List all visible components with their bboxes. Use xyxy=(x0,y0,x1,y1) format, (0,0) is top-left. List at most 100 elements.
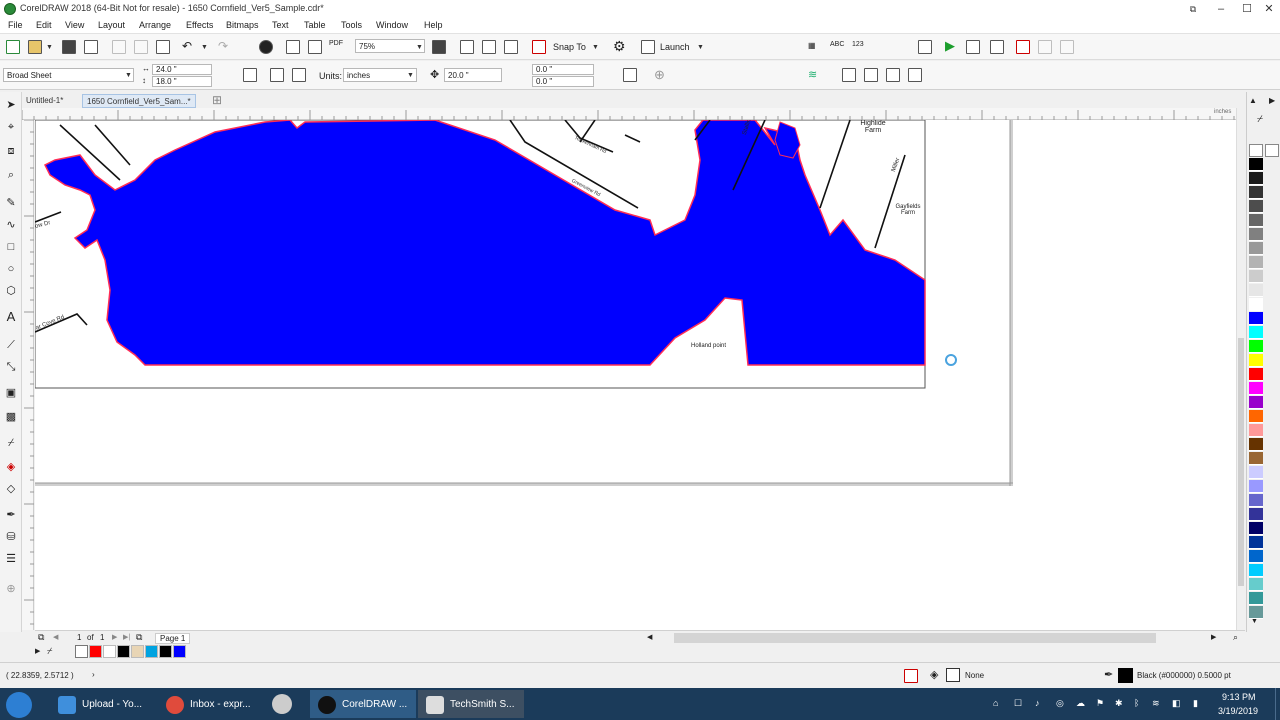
cut-icon[interactable] xyxy=(112,40,126,54)
palette-swatch[interactable] xyxy=(1249,494,1263,507)
start-button-icon[interactable] xyxy=(6,692,32,718)
menu-effects[interactable]: Effects xyxy=(186,20,213,30)
palette-swatch[interactable] xyxy=(1249,508,1263,521)
tray-icon[interactable]: ⌂ xyxy=(993,698,998,708)
map-label-gayfields-farm[interactable]: Gayfields Farm xyxy=(892,204,924,216)
menu-file[interactable]: File xyxy=(8,20,23,30)
connector-tool-icon[interactable]: ⤡ xyxy=(4,360,18,374)
palette-swatch[interactable] xyxy=(1249,578,1263,591)
shape-tool-icon[interactable]: ⌖ xyxy=(4,120,18,134)
publish-pdf-icon[interactable]: PDF xyxy=(329,40,343,47)
drop-shadow-icon[interactable]: ▣ xyxy=(4,386,18,400)
open-document-icon[interactable] xyxy=(28,40,42,54)
vertical-scroll-thumb[interactable] xyxy=(1238,338,1244,586)
add-page-icon[interactable]: ⊕ xyxy=(654,67,665,83)
doc-palette-swatch[interactable] xyxy=(145,645,158,658)
align-icon[interactable]: ▦ xyxy=(808,41,816,50)
vertical-ruler[interactable] xyxy=(22,120,34,630)
spell-check-icon[interactable]: ABC xyxy=(830,41,844,48)
palette-swatch[interactable] xyxy=(1249,158,1263,171)
menu-table[interactable]: Table xyxy=(304,20,326,30)
text-tool-icon[interactable]: A xyxy=(4,310,18,324)
menu-view[interactable]: View xyxy=(65,20,84,30)
no-outline-swatch[interactable] xyxy=(1265,144,1279,157)
battery-icon[interactable]: ▮ xyxy=(1193,698,1198,709)
freehand-tool-icon[interactable]: ✎ xyxy=(4,196,18,210)
nudge-distance-field[interactable]: 20.0 " xyxy=(444,68,502,82)
snap-to-icon[interactable] xyxy=(532,40,546,54)
previous-page-icon[interactable]: ◀ xyxy=(53,633,58,641)
palette-swatch[interactable] xyxy=(1249,228,1263,241)
paste-icon[interactable] xyxy=(156,40,170,54)
menu-layout[interactable]: Layout xyxy=(98,20,125,30)
page-size-dropdown-icon[interactable]: ▼ xyxy=(125,72,132,79)
drawing-canvas[interactable]: Highlide Farm Gayfields Farm Holland poi… xyxy=(35,120,1236,630)
bleed-icon[interactable] xyxy=(842,68,856,82)
taskbar-item-inbox[interactable]: Inbox - expr... xyxy=(158,690,264,718)
palette-swatch[interactable] xyxy=(1249,186,1263,199)
palette-swatch[interactable] xyxy=(1249,284,1263,297)
ellipse-tool-icon[interactable]: ○ xyxy=(4,262,18,276)
palette-swatch[interactable] xyxy=(1249,368,1263,381)
palette-swatch[interactable] xyxy=(1249,424,1263,437)
palette-swatch[interactable] xyxy=(1249,340,1263,353)
options-gear-icon[interactable]: ⚙ xyxy=(613,38,626,55)
align-objects-icon[interactable]: ☰ xyxy=(4,552,18,566)
search-content-icon[interactable] xyxy=(259,40,273,54)
tab-1650-cornfield[interactable]: 1650 Cornfield_Ver5_Sam...* xyxy=(82,94,196,108)
tray-icon[interactable]: ✱ xyxy=(1115,698,1123,709)
palette-swatch[interactable] xyxy=(1249,214,1263,227)
transparency-tool-icon[interactable]: ▩ xyxy=(4,410,18,424)
add-page-nav-icon[interactable]: ⧉ xyxy=(136,632,142,643)
menu-text[interactable]: Text xyxy=(272,20,289,30)
zoom-dropdown-icon[interactable]: ▼ xyxy=(416,44,423,51)
show-desktop-button[interactable] xyxy=(1275,688,1280,720)
zoom-one-shot-icon[interactable]: ⌕ xyxy=(1233,632,1238,643)
menu-tools[interactable]: Tools xyxy=(341,20,362,30)
taskbar-app-icon[interactable] xyxy=(272,694,292,714)
menu-arrange[interactable]: Arrange xyxy=(139,20,171,30)
artistic-media-icon[interactable]: ∿ xyxy=(4,218,18,232)
tray-icon[interactable]: ⚑ xyxy=(1096,698,1104,709)
stop-macro-icon[interactable] xyxy=(1060,40,1074,54)
outline-pen-status-icon[interactable]: ✒ xyxy=(1104,668,1113,681)
restore-tab-icon[interactable]: ⧉ xyxy=(1180,0,1206,18)
import-icon[interactable] xyxy=(286,40,300,54)
palette-swatch[interactable] xyxy=(1249,382,1263,395)
bluetooth-icon[interactable]: ᛒ xyxy=(1134,698,1139,708)
tray-icon[interactable]: ◎ xyxy=(1056,698,1064,709)
page-height-field[interactable]: 18.0 " xyxy=(152,76,212,87)
show-guidelines-icon[interactable] xyxy=(504,40,518,54)
eyedropper-tool-icon[interactable]: ⌿ xyxy=(4,436,18,450)
tray-icon[interactable]: ☁ xyxy=(1076,698,1085,709)
color-proof-icon[interactable] xyxy=(904,669,918,683)
zoom-level-field[interactable]: 75% xyxy=(355,39,425,53)
page-width-field[interactable]: 24.0 " xyxy=(152,64,212,75)
outline-pen-icon[interactable]: ✒ xyxy=(4,508,18,522)
vertical-scrollbar[interactable] xyxy=(1236,108,1245,630)
palette-expand-icon[interactable]: ▶ xyxy=(1269,96,1275,105)
menu-edit[interactable]: Edit xyxy=(36,20,52,30)
print-icon[interactable] xyxy=(84,40,98,54)
scroll-left-icon[interactable]: ◀ xyxy=(647,633,652,641)
doc-palette-swatch[interactable] xyxy=(89,645,102,658)
palette-swatch[interactable] xyxy=(1249,536,1263,549)
full-screen-preview-icon[interactable] xyxy=(432,40,446,54)
palette-swatch[interactable] xyxy=(1249,172,1263,185)
palette-swatch[interactable] xyxy=(1249,242,1263,255)
palette-swatch[interactable] xyxy=(1249,396,1263,409)
numbering-icon[interactable]: 123 xyxy=(852,41,864,48)
units-select[interactable]: inches xyxy=(343,68,417,82)
treat-as-filled-icon[interactable] xyxy=(623,68,637,82)
palette-swatch[interactable] xyxy=(1249,522,1263,535)
snap-to-label[interactable]: Snap To xyxy=(553,42,586,52)
clock-time[interactable]: 9:13 PM xyxy=(1222,692,1256,702)
save-icon[interactable] xyxy=(62,40,76,54)
vba-icon[interactable] xyxy=(990,40,1004,54)
next-page-icon[interactable]: ▶ xyxy=(112,633,117,641)
launch-icon[interactable] xyxy=(641,40,655,54)
play-macro-icon[interactable]: ▶ xyxy=(945,38,955,54)
doc-palette-swatch[interactable] xyxy=(117,645,130,658)
palette-swatch[interactable] xyxy=(1249,592,1263,605)
duplicate-y-field[interactable]: 0.0 " xyxy=(532,76,594,87)
